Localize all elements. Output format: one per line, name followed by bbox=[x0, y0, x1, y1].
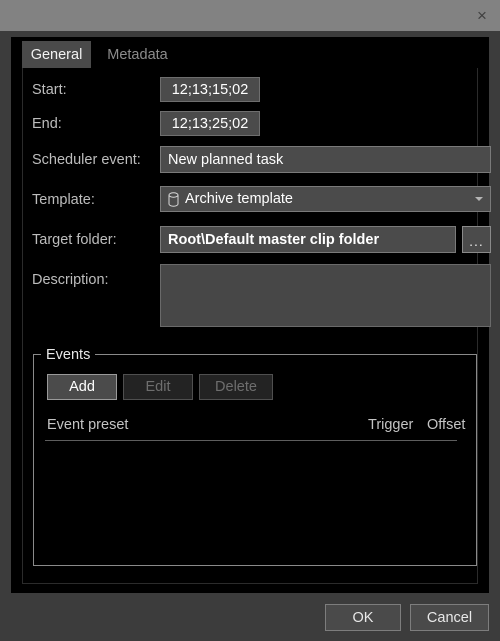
target-folder-browse-button[interactable]: ... bbox=[462, 226, 491, 253]
tab-page-general: Start: 12;13;15;02 End: 12;13;25;02 Sche… bbox=[22, 68, 491, 584]
database-cylinder-icon bbox=[168, 191, 179, 207]
end-label: End: bbox=[32, 116, 62, 132]
edit-event-button: Edit bbox=[123, 374, 193, 400]
template-dropdown[interactable]: Archive template bbox=[160, 186, 491, 212]
template-value: Archive template bbox=[185, 191, 293, 207]
events-group-title: Events bbox=[41, 347, 96, 363]
start-timecode-input[interactable]: 12;13;15;02 bbox=[160, 77, 260, 102]
start-label: Start: bbox=[32, 82, 67, 98]
column-header-offset[interactable]: Offset bbox=[427, 417, 465, 433]
events-list[interactable] bbox=[45, 441, 457, 561]
tab-bar: General Metadata bbox=[11, 37, 489, 68]
tab-general[interactable]: General bbox=[22, 41, 91, 68]
target-folder-input[interactable]: Root\Default master clip folder bbox=[160, 226, 456, 253]
dialog-footer: OK Cancel bbox=[0, 593, 500, 641]
title-bar: × bbox=[0, 0, 500, 31]
description-label: Description: bbox=[32, 272, 109, 288]
column-header-event-preset[interactable]: Event preset bbox=[47, 417, 128, 433]
scheduler-event-input[interactable]: New planned task bbox=[160, 146, 491, 173]
delete-event-button: Delete bbox=[199, 374, 273, 400]
end-timecode-input[interactable]: 12;13;25;02 bbox=[160, 111, 260, 136]
chevron-down-icon[interactable] bbox=[475, 197, 483, 201]
column-header-trigger[interactable]: Trigger bbox=[368, 417, 413, 433]
close-icon[interactable]: × bbox=[464, 0, 500, 31]
tab-metadata[interactable]: Metadata bbox=[95, 41, 180, 68]
ok-button[interactable]: OK bbox=[325, 604, 401, 631]
scheduler-event-dialog: × General Metadata Start: 12;13;15;02 En… bbox=[0, 0, 500, 641]
dialog-content: General Metadata Start: 12;13;15;02 End:… bbox=[11, 37, 491, 593]
target-folder-label: Target folder: bbox=[32, 232, 117, 248]
add-event-button[interactable]: Add bbox=[47, 374, 117, 400]
template-label: Template: bbox=[32, 192, 95, 208]
description-textarea[interactable] bbox=[160, 264, 491, 327]
cancel-button[interactable]: Cancel bbox=[410, 604, 489, 631]
scheduler-event-label: Scheduler event: bbox=[32, 152, 141, 168]
